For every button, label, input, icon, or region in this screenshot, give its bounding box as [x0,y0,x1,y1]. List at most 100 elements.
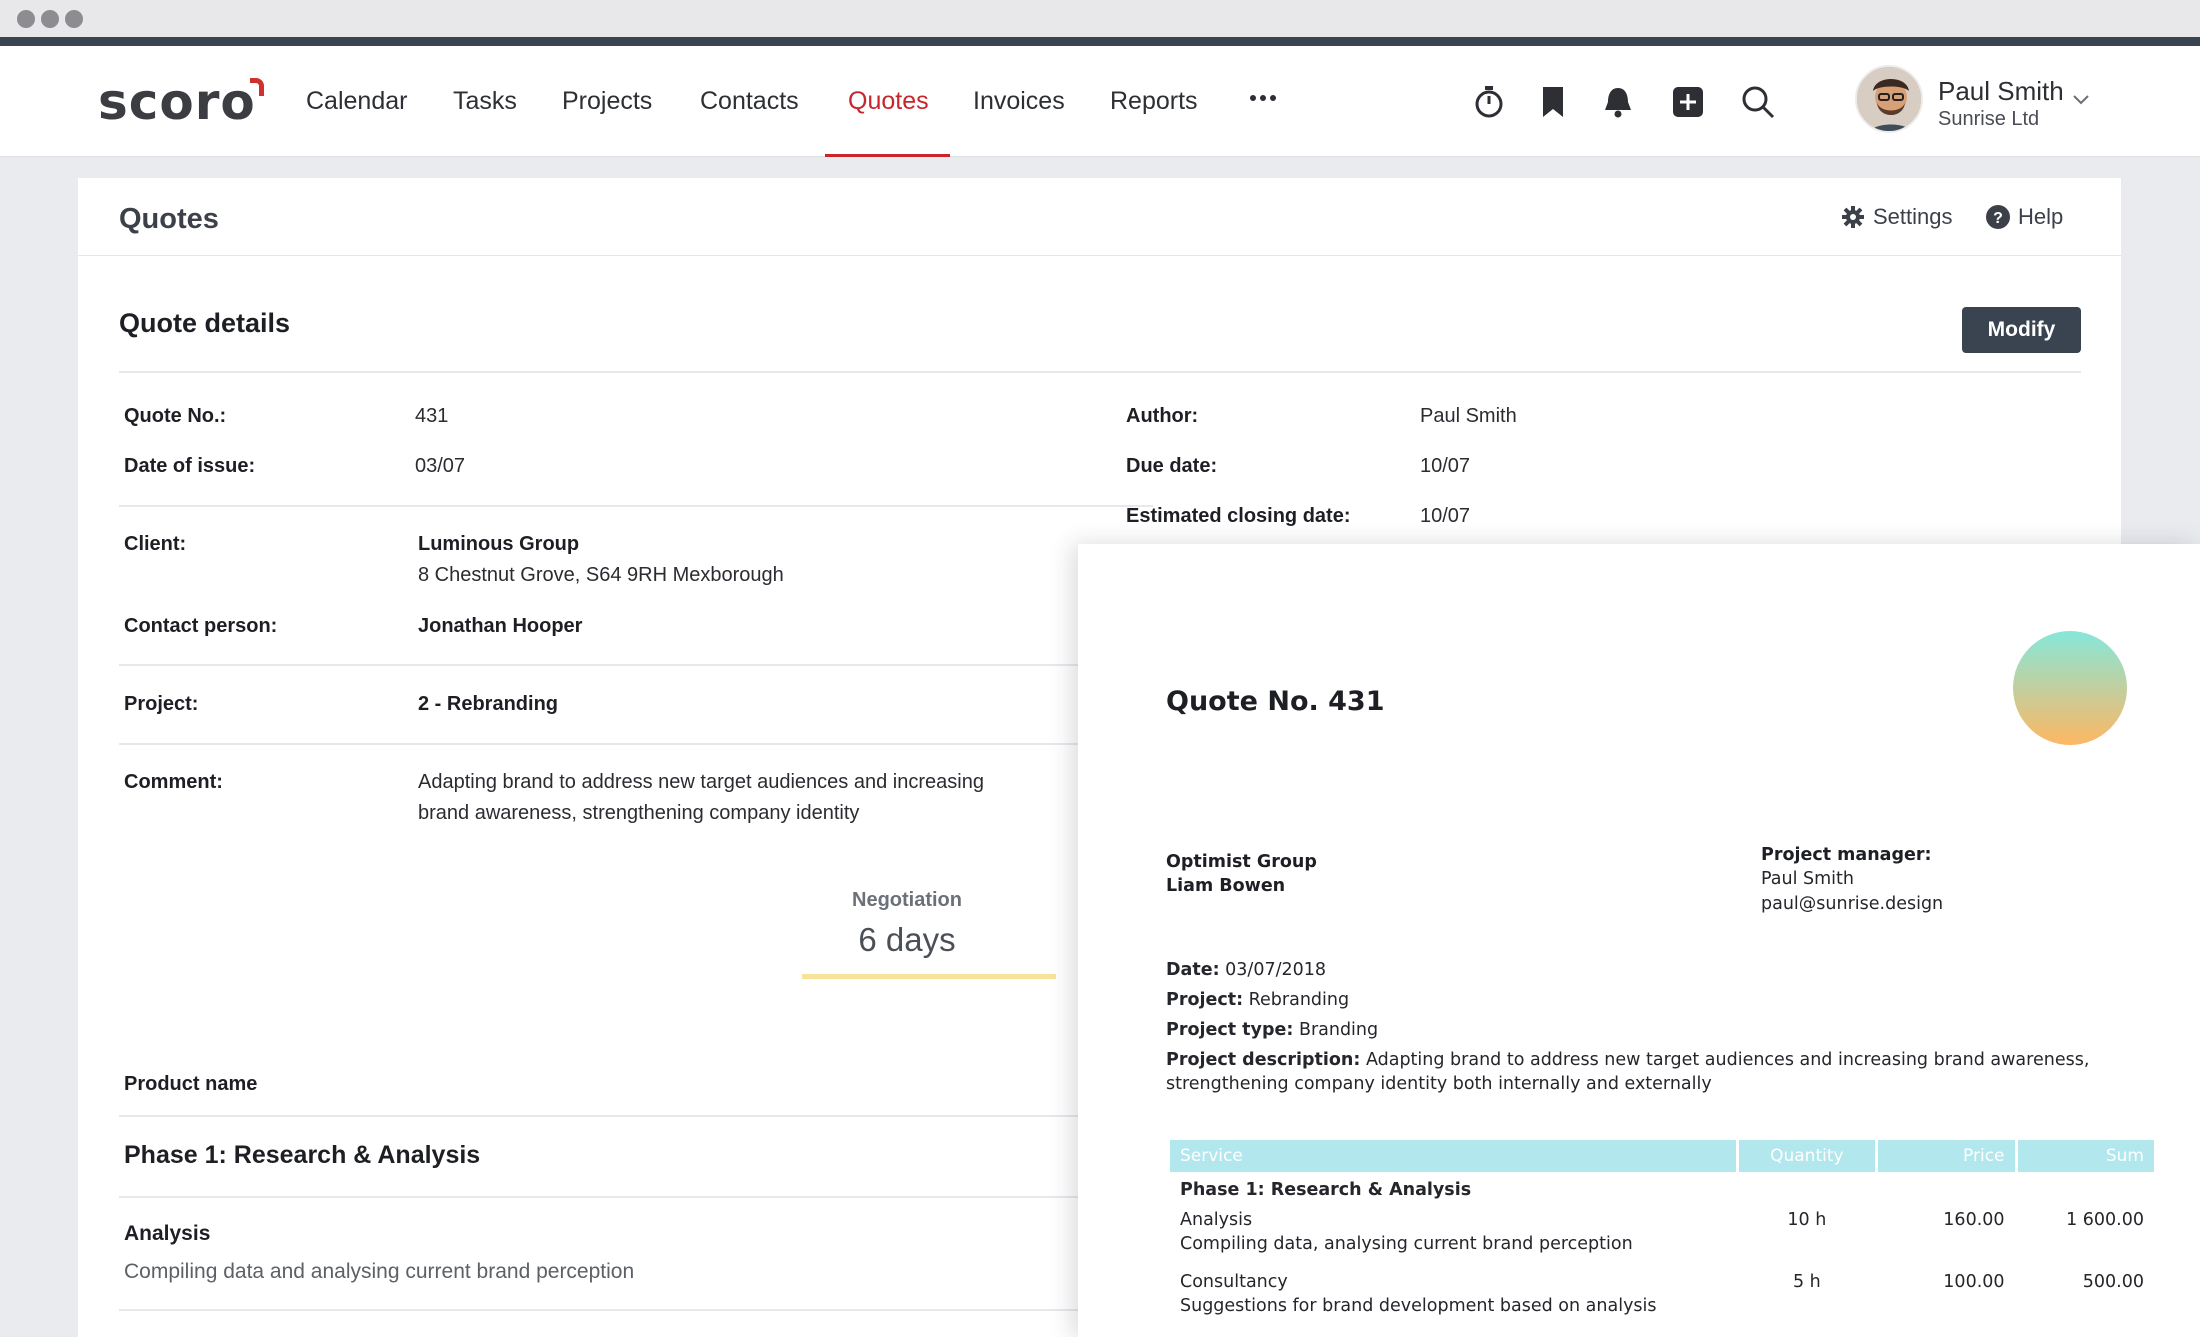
comment-label: Comment: [124,771,223,793]
scoro-logo[interactable]: scoro [98,72,264,132]
nav-contacts[interactable]: Contacts [700,46,799,157]
client-label: Client: [124,533,187,555]
product-item-description: Compiling data and analysing current bra… [124,1260,635,1283]
bell-icon[interactable] [1600,84,1636,120]
help-label: Help [2018,204,2064,229]
project-label: Project: [124,693,199,715]
add-icon[interactable] [1670,84,1706,120]
nav-projects[interactable]: Projects [562,46,652,157]
section-title: Quote details [119,308,291,338]
stage-duration: 6 days [858,921,956,958]
phase-label: Phase 1: Research & Analysis [1180,1180,1472,1200]
comment-line-1: Adapting brand to address new target aud… [418,771,984,793]
phase-title: Phase 1: Research & Analysis [124,1141,481,1169]
document-project-line: Project: Rebranding [1166,990,1350,1010]
nav-tasks[interactable]: Tasks [453,46,517,157]
quantity-col-header: Quantity [1738,1140,1876,1172]
table-phase-row: Phase 1: Research & Analysis [1170,1172,2154,1208]
contact-person-label: Contact person: [124,615,278,637]
nav-reports[interactable]: Reports [1110,46,1198,157]
user-name[interactable]: Paul Smith [1938,76,2064,107]
author-value: Paul Smith [1420,405,1517,427]
nav-calendar[interactable]: Calendar [306,46,407,157]
service-cell: Analysis Compiling data, analysing curren… [1180,1210,1633,1254]
due-date-value: 10/07 [1420,455,1471,477]
quote-no-label: Quote No.: [124,405,227,427]
user-company: Sunrise Ltd [1938,108,2040,130]
help-link[interactable]: ? Help [1986,204,2063,230]
comment-line-2: brand awareness, strengthening company i… [418,802,860,824]
row-divider [119,743,1153,745]
nav-quotes[interactable]: Quotes [848,46,929,157]
svg-text:?: ? [1993,210,2003,227]
document-logo-circle [2013,631,2127,745]
settings-link[interactable]: Settings [1841,204,1953,230]
logo-mark-icon [249,78,264,96]
document-pm-label: Project manager: [1761,845,1932,865]
price-cell: 160.00 [1943,1210,2005,1230]
quote-no-value: 431 [415,405,449,427]
sum-cell: 1 600.00 [2066,1210,2144,1230]
timer-icon[interactable] [1471,84,1507,120]
close-window-button[interactable] [17,10,35,28]
service-col-header: Service [1170,1140,1736,1172]
stage-label: Negotiation [852,889,962,911]
table-divider [119,1196,1153,1198]
sum-col-header: Sum [2017,1140,2154,1172]
table-divider [119,1115,1153,1117]
product-name-header: Product name [124,1073,258,1095]
document-title: Quote No. 431 [1166,686,1385,717]
document-client: Optimist Group [1166,852,1317,872]
search-icon[interactable] [1740,84,1776,120]
product-item-title: Analysis [124,1222,211,1245]
document-description-line: Project description: Adapting brand to a… [1166,1050,2090,1094]
quantity-cell: 10 h [1787,1210,1827,1230]
quantity-cell: 5 h [1792,1272,1821,1292]
active-tab-indicator [825,154,950,157]
date-of-issue-label: Date of issue: [124,455,256,477]
date-of-issue-value: 03/07 [415,455,466,477]
document-pm-email: paul@sunrise.design [1761,894,1944,914]
closing-date-label: Estimated closing date: [1126,505,1351,527]
contact-person-value[interactable]: Jonathan Hooper [418,615,582,638]
document-type-line: Project type: Branding [1166,1020,1379,1040]
table-row: Analysis Compiling data, analysing curren… [1170,1208,2154,1270]
modify-button[interactable]: Modify [1962,307,2081,353]
top-nav: scoro Calendar Tasks Projects Contacts Q… [0,46,2200,157]
client-address: 8 Chestnut Grove, S64 9RH Mexborough [418,564,784,586]
help-icon: ? [1986,205,2010,229]
nav-invoices[interactable]: Invoices [973,46,1065,157]
price-cell: 100.00 [1943,1272,2005,1292]
bookmark-icon[interactable] [1535,84,1571,120]
service-cell: Consultancy Suggestions for brand develop… [1180,1272,1657,1316]
client-name[interactable]: Luminous Group [418,533,579,556]
row-divider [119,664,1153,666]
document-pm-name: Paul Smith [1761,869,1854,889]
header-divider [78,255,2121,256]
price-col-header: Price [1878,1140,2015,1172]
chrome-divider [0,37,2200,46]
closing-date-value: 10/07 [1420,505,1471,527]
user-avatar-image [1857,67,1921,131]
document-date-line: Date: 03/07/2018 [1166,960,1327,980]
maximize-window-button[interactable] [65,10,83,28]
window-titlebar [0,0,2200,37]
row-divider [119,505,1153,507]
settings-label: Settings [1873,204,1953,229]
page-title: Quotes [119,203,219,235]
table-divider [119,1309,1153,1311]
project-value[interactable]: 2 - Rebranding [418,693,558,716]
due-date-label: Due date: [1126,455,1218,477]
minimize-window-button[interactable] [41,10,59,28]
document-client-contact: Liam Bowen [1166,876,1286,896]
table-row: Consultancy Suggestions for brand develop… [1170,1270,2154,1332]
gear-icon [1842,206,1864,228]
quote-document-preview: Quote No. 431 Optimist Group Liam Bowen … [1078,544,2200,1337]
section-divider [119,371,2081,373]
document-service-table: Service Quantity Price Sum Phase 1: Rese… [1167,1140,2157,1332]
author-label: Author: [1126,405,1199,427]
user-avatar[interactable] [1855,65,1923,133]
chevron-down-icon[interactable] [2072,90,2090,108]
table-header-row: Service Quantity Price Sum [1170,1140,2154,1172]
more-menu-ellipsis-icon[interactable] [1250,92,1276,104]
